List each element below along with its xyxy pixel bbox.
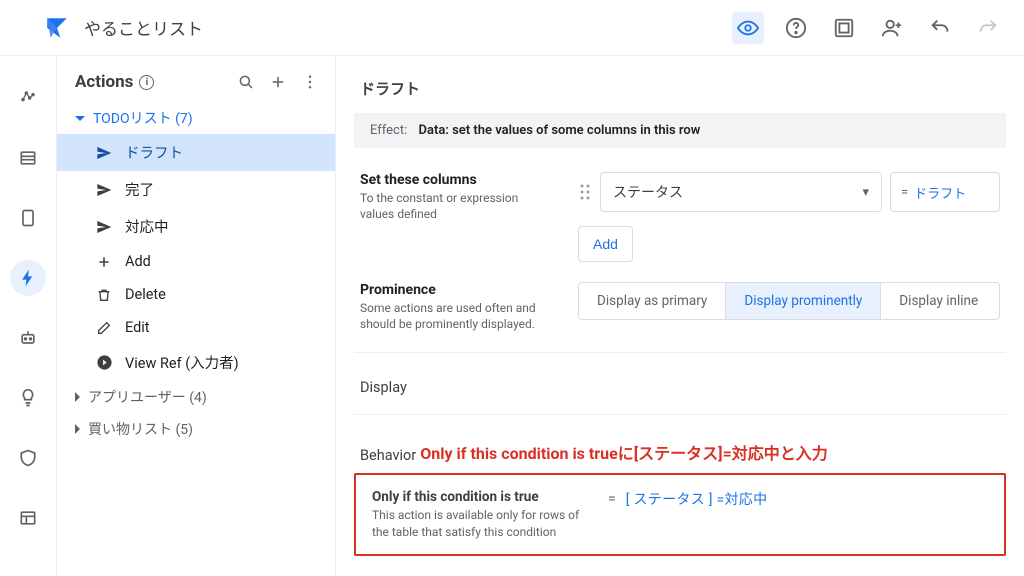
- group-label: アプリユーザー (4): [88, 387, 207, 407]
- rail-security[interactable]: [10, 440, 46, 476]
- condition-subtitle: This action is available only for rows o…: [372, 507, 582, 539]
- info-icon[interactable]: i: [139, 75, 154, 90]
- action-label: 完了: [125, 179, 154, 200]
- plus-icon: [95, 254, 113, 270]
- edit-icon: [95, 320, 113, 336]
- redo-button[interactable]: [972, 12, 1004, 44]
- prominence-option-inline[interactable]: Display inline: [880, 283, 996, 319]
- effect-summary[interactable]: Effect: Data: set the values of some col…: [354, 113, 1006, 148]
- action-item-done[interactable]: 完了: [57, 171, 335, 208]
- action-item-edit[interactable]: Edit: [57, 311, 335, 344]
- arrow-right-circle-icon: [95, 354, 113, 371]
- prominence-title: Prominence: [360, 282, 552, 298]
- chevron-down-icon: [75, 116, 85, 121]
- rail-data[interactable]: [10, 140, 46, 176]
- layout-button[interactable]: [828, 12, 860, 44]
- search-button[interactable]: [235, 73, 257, 91]
- add-action-button[interactable]: [267, 73, 289, 91]
- column-value-text: ドラフト: [914, 183, 966, 202]
- send-icon: [95, 182, 113, 198]
- condition-input[interactable]: = [ ステータス ] =対応中: [608, 489, 767, 509]
- condition-box: Only if this condition is true This acti…: [354, 473, 1006, 555]
- app-title: やることリスト: [84, 15, 203, 40]
- action-label: View Ref (入力者): [125, 352, 239, 373]
- column-select-value: ステータス: [613, 182, 683, 202]
- action-item-add[interactable]: Add: [57, 245, 335, 278]
- annotation-text: Only if this condition is trueに[ステータス]=対…: [420, 444, 828, 463]
- column-value-input[interactable]: = ドラフト: [890, 172, 1000, 212]
- group-shopping[interactable]: 買い物リスト (5): [57, 413, 335, 445]
- add-user-button[interactable]: [876, 12, 908, 44]
- chevron-right-icon: [75, 392, 80, 402]
- prominence-option-primary[interactable]: Display as primary: [579, 283, 725, 319]
- action-item-delete[interactable]: Delete: [57, 278, 335, 311]
- action-item-inprogress[interactable]: 対応中: [57, 208, 335, 245]
- action-item-viewref[interactable]: View Ref (入力者): [57, 344, 335, 381]
- action-item-draft[interactable]: ドラフト: [57, 134, 335, 171]
- prominence-option-prominent[interactable]: Display prominently: [725, 283, 880, 319]
- help-button[interactable]: [780, 12, 812, 44]
- divider: [354, 352, 1006, 353]
- rail-views[interactable]: [10, 200, 46, 236]
- effect-value: Data: set the values of some columns in …: [419, 123, 701, 138]
- add-column-button[interactable]: Add: [578, 226, 633, 262]
- set-columns-subtitle: To the constant or expression values def…: [360, 190, 552, 222]
- page-title: ドラフト: [360, 78, 1006, 99]
- effect-label: Effect:: [370, 123, 407, 138]
- rail-intelligence[interactable]: [10, 380, 46, 416]
- rail-home[interactable]: [10, 80, 46, 116]
- group-todolist[interactable]: TODOリスト (7): [57, 102, 335, 134]
- panel-title: Actions: [75, 72, 133, 92]
- chevron-down-icon: ▾: [862, 185, 869, 200]
- group-label: TODOリスト (7): [93, 108, 193, 128]
- chevron-right-icon: [75, 424, 80, 434]
- group-label: 買い物リスト (5): [88, 419, 193, 439]
- action-label: 対応中: [125, 216, 169, 237]
- prominence-subtitle: Some actions are used often and should b…: [360, 300, 552, 332]
- divider: [354, 414, 1006, 415]
- group-appusers[interactable]: アプリユーザー (4): [57, 381, 335, 413]
- preview-button[interactable]: [732, 12, 764, 44]
- column-select[interactable]: ステータス ▾: [600, 172, 882, 212]
- equals-icon: =: [901, 185, 908, 200]
- rail-automation[interactable]: [10, 260, 46, 296]
- rail-bots[interactable]: [10, 320, 46, 356]
- send-icon: [95, 219, 113, 235]
- send-icon: [95, 145, 113, 161]
- condition-formula: [ ステータス ] =対応中: [626, 489, 768, 509]
- trash-icon: [95, 287, 113, 303]
- undo-button[interactable]: [924, 12, 956, 44]
- action-label: Delete: [125, 286, 166, 303]
- prominence-segmented: Display as primary Display prominently D…: [578, 282, 1000, 320]
- action-label: Edit: [125, 319, 150, 336]
- action-label: Add: [125, 253, 151, 270]
- more-button[interactable]: [299, 73, 321, 91]
- rail-settings[interactable]: [10, 500, 46, 536]
- app-logo-icon: [44, 15, 70, 41]
- display-section-header[interactable]: Display: [354, 363, 1006, 404]
- behavior-section-header[interactable]: BehaviorOnly if this condition is trueに[…: [354, 425, 1006, 473]
- condition-title: Only if this condition is true: [372, 489, 582, 505]
- equals-icon: =: [608, 491, 616, 507]
- set-columns-title: Set these columns: [360, 172, 552, 188]
- drag-handle-icon[interactable]: [578, 182, 592, 202]
- action-label: ドラフト: [125, 142, 183, 163]
